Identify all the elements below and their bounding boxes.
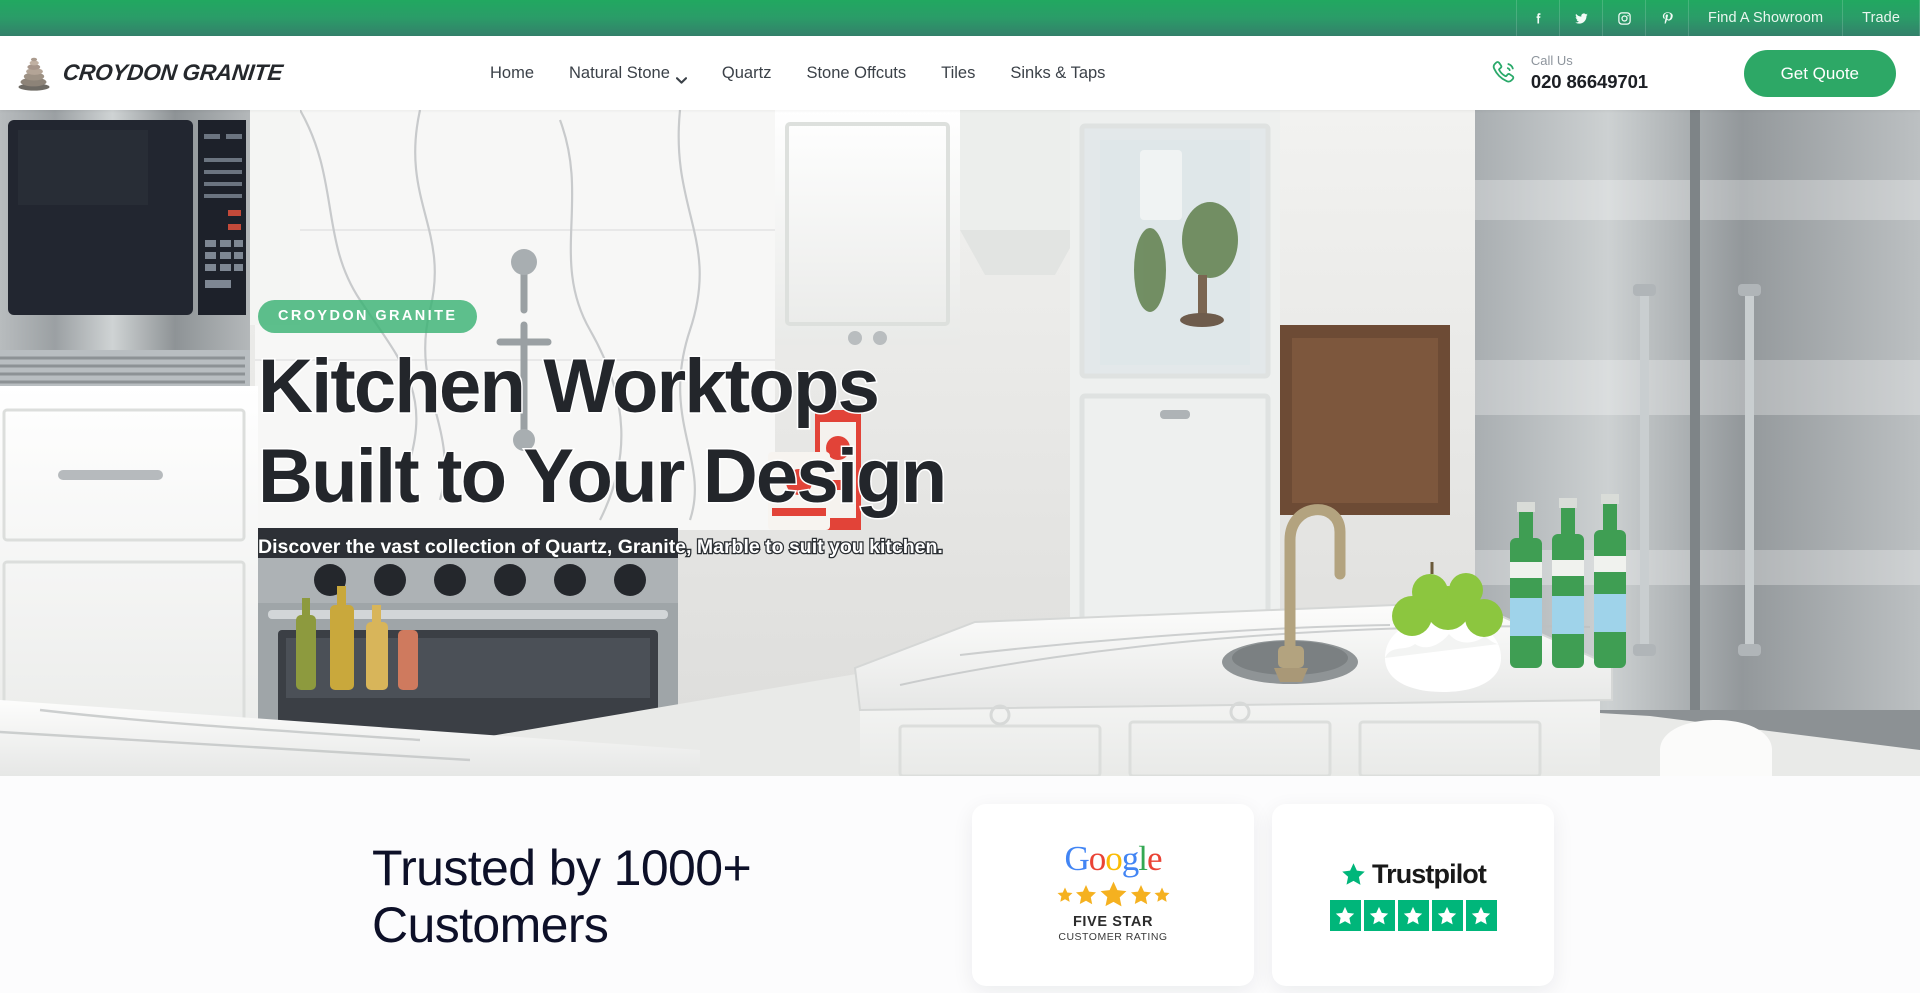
trustpilot-star-tile xyxy=(1329,900,1361,931)
star-icon xyxy=(1335,906,1355,924)
nav-item-stone-offcuts[interactable]: Stone Offcuts xyxy=(806,64,906,83)
google-letter-g2: g xyxy=(1121,839,1139,878)
trustpilot-wordmark: Trustpilot xyxy=(1372,859,1487,889)
trade-link[interactable]: Trade xyxy=(1842,0,1920,36)
trustpilot-logo: Trustpilot xyxy=(1330,859,1497,890)
top-utility-bar: Find A Showroom Trade xyxy=(0,0,1920,36)
nav-item-natural-stone[interactable]: Natural Stone xyxy=(569,63,687,84)
trustpilot-review-card[interactable]: Trustpilot xyxy=(1272,804,1554,986)
page-root: Find A Showroom Trade CROYDON GRANITE Ho… xyxy=(0,0,1920,993)
nav-item-sinks-and-taps[interactable]: Sinks & Taps xyxy=(1010,64,1105,83)
trustpilot-star-rating xyxy=(1329,900,1497,931)
hero-title-line-1: Kitchen Worktops xyxy=(256,343,881,429)
star-icon xyxy=(1100,881,1126,907)
star-icon xyxy=(1369,906,1389,924)
nav-label: Sinks & Taps xyxy=(1010,63,1106,82)
brand-logo-link[interactable]: CROYDON GRANITE xyxy=(14,53,285,93)
star-icon xyxy=(1057,887,1072,902)
brand-name: CROYDON GRANITE xyxy=(61,60,285,85)
phone-number: 020 86649701 xyxy=(1530,70,1648,92)
google-review-card[interactable]: Google FIVE STAR CUSTOMER RATING xyxy=(972,804,1254,986)
trust-heading: Trusted by 1000+ Customers xyxy=(372,840,752,954)
nav-item-tiles[interactable]: Tiles xyxy=(941,64,975,83)
trustpilot-rating-block: Trustpilot xyxy=(1329,859,1497,931)
trust-heading-line-1: Trusted by 1000+ xyxy=(372,840,752,896)
nav-item-quartz[interactable]: Quartz xyxy=(722,64,772,83)
star-icon xyxy=(1075,884,1096,904)
star-icon xyxy=(1403,906,1423,924)
google-rating-block: Google FIVE STAR CUSTOMER RATING xyxy=(1056,841,1171,943)
trustpilot-star-tile xyxy=(1431,900,1463,931)
hero-title-line-2: Built to Your Design xyxy=(256,434,948,520)
google-letter-g1: G xyxy=(1064,839,1089,878)
get-quote-button[interactable]: Get Quote xyxy=(1743,49,1896,97)
hero-subtitle: Discover the vast collection of Quartz, … xyxy=(257,535,944,560)
find-a-showroom-link[interactable]: Find A Showroom xyxy=(1688,0,1842,36)
phone-icon xyxy=(1489,58,1519,88)
google-star-rating xyxy=(1056,879,1171,910)
nav-label: Home xyxy=(490,63,535,82)
star-icon xyxy=(1471,906,1491,924)
google-letter-l: l xyxy=(1138,839,1148,878)
nav-label: Quartz xyxy=(721,63,772,82)
call-us-block[interactable]: Call Us 020 86649701 xyxy=(1489,53,1648,92)
twitter-icon[interactable] xyxy=(1559,0,1602,36)
trustpilot-star-tile xyxy=(1397,900,1429,931)
call-us-label: Call Us xyxy=(1530,53,1573,69)
hero-content: CROYDON GRANITE Kitchen Worktops Built t… xyxy=(256,300,949,560)
google-rating-heading: FIVE STAR xyxy=(1072,914,1154,930)
google-letter-e: e xyxy=(1146,839,1163,878)
call-text-block: Call Us 020 86649701 xyxy=(1531,53,1648,92)
nav-label: Tiles xyxy=(941,63,976,82)
instagram-icon[interactable] xyxy=(1602,0,1645,36)
primary-navigation: Home Natural Stone Quartz Stone Offcuts … xyxy=(490,63,1105,84)
nav-label: Natural Stone xyxy=(569,63,670,82)
site-header: CROYDON GRANITE Home Natural Stone Quart… xyxy=(0,36,1920,110)
trust-section: Trusted by 1000+ Customers Google FIVE S… xyxy=(0,776,1920,993)
nav-item-home[interactable]: Home xyxy=(490,64,534,83)
hero-badge: CROYDON GRANITE xyxy=(258,300,478,333)
chevron-down-icon xyxy=(675,70,687,84)
trustpilot-star-tile xyxy=(1363,900,1395,931)
star-icon xyxy=(1437,906,1457,924)
star-icon xyxy=(1154,887,1169,902)
trust-heading-line-2: Customers xyxy=(372,897,609,953)
nav-label: Stone Offcuts xyxy=(806,63,907,82)
hero-section: CROYDON GRANITE Kitchen Worktops Built t… xyxy=(0,110,1920,776)
stacked-stones-icon xyxy=(14,53,54,93)
star-icon xyxy=(1130,884,1151,904)
trustpilot-star-icon xyxy=(1342,863,1365,885)
pinterest-icon[interactable] xyxy=(1645,0,1688,36)
google-letter-o1: o xyxy=(1088,839,1106,878)
google-logo: Google xyxy=(1056,841,1171,876)
trustpilot-star-tile xyxy=(1465,900,1497,931)
google-letter-o2: o xyxy=(1105,839,1122,878)
google-rating-subheading: CUSTOMER RATING xyxy=(1058,931,1168,943)
facebook-icon[interactable] xyxy=(1516,0,1559,36)
